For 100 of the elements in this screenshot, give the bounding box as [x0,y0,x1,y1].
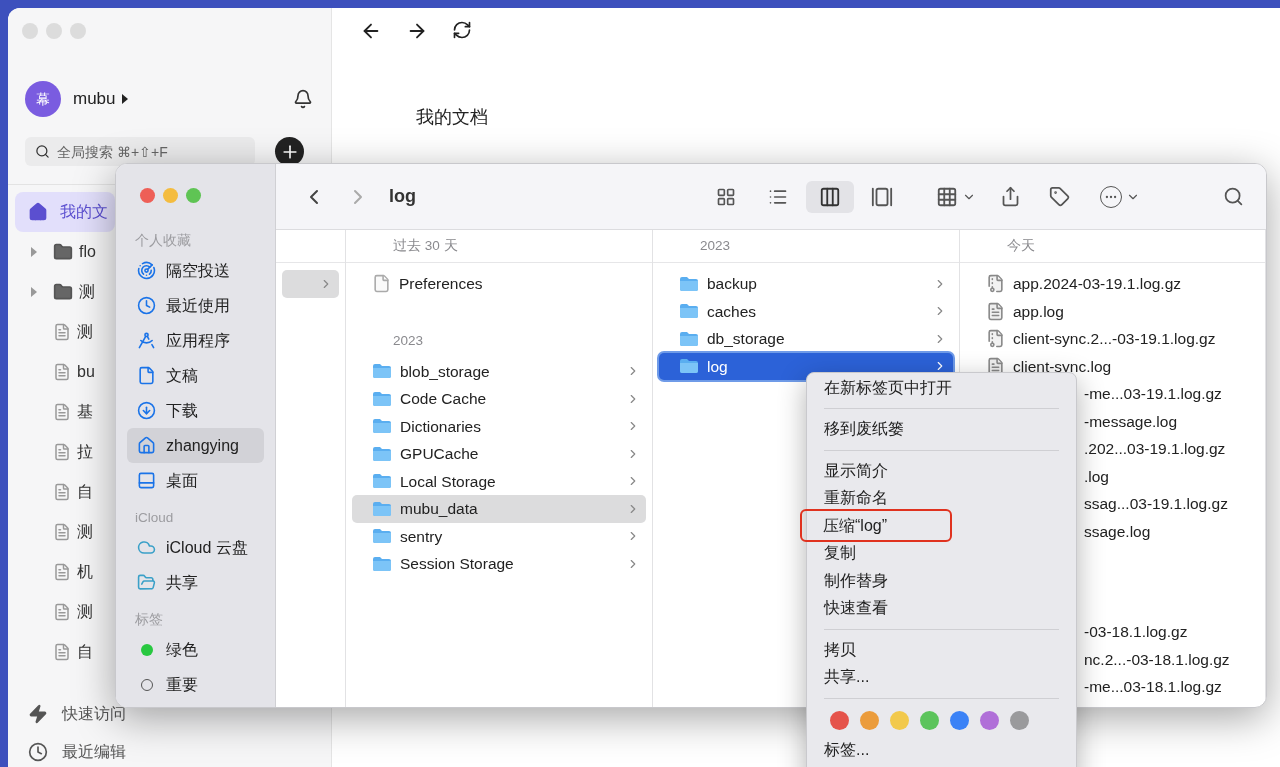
menu-item[interactable]: 制作替身 [818,567,1065,595]
file-name: caches [707,301,757,322]
caret-icon[interactable] [31,287,37,297]
file-name: db_storage [707,329,785,350]
folder-icon [372,555,392,572]
home-icon [28,202,48,222]
file-row[interactable]: sentry [352,522,646,550]
file-name: ssag...03-19.1.log.gz [1084,494,1228,515]
item-label: 测 [77,602,93,622]
sidebar-item[interactable]: 自 [15,472,115,512]
file-name: Code Cache [400,389,487,410]
section-heading: iCloud [134,509,174,527]
archive-file-icon [986,274,1005,294]
group-button[interactable] [936,185,976,208]
file-name: nc.2...-03-18.1.log.gz [1084,649,1230,670]
section-heading: 标签 [134,611,163,629]
sidebar-item[interactable]: 我的文 [15,192,115,232]
refresh-icon[interactable] [452,20,472,40]
item-label: 自 [77,482,93,502]
shared-folder-icon [137,573,156,592]
file-row[interactable]: mubu_data [352,495,646,523]
sidebar-item[interactable]: 共享 [127,565,264,600]
menu-item[interactable]: 复制 [818,539,1065,567]
sidebar-item[interactable]: 测 [15,512,115,552]
file-row[interactable]: caches [659,297,953,325]
sidebar-item[interactable]: 隔空投送 [127,253,264,288]
avatar[interactable]: 幕 [25,81,61,117]
sidebar-item[interactable]: 重要 [127,667,264,702]
caret-icon[interactable] [31,247,37,257]
file-name: Session Storage [400,554,514,575]
folder-icon [372,528,392,545]
file-row[interactable]: backup [659,270,953,298]
document-icon [53,363,71,381]
folder-icon [372,473,392,490]
nav-link[interactable]: 最近编辑 [28,740,126,764]
menu-item[interactable]: 共享... [818,663,1065,691]
menu-item[interactable]: 重新命名 [818,484,1065,512]
share-icon[interactable] [1000,186,1021,207]
column-header: 今天 [1007,236,1035,255]
sidebar-item[interactable]: 基 [15,392,115,432]
sidebar-item[interactable]: 下载 [127,393,264,428]
folder-icon [372,363,392,380]
menu-item[interactable]: 快速查看 [818,594,1065,622]
document-icon [53,323,71,341]
tag-icon[interactable] [1049,186,1070,207]
sidebar-item[interactable]: bu [15,352,115,392]
file-row[interactable]: Dictionaries [352,412,646,440]
search-field[interactable]: 全局搜索 ⌘+⇧+F [25,137,255,166]
menu-item[interactable]: 标签... [818,735,1065,765]
folder-icon [679,358,699,375]
sidebar-item[interactable]: 测 [15,272,115,312]
sidebar-item[interactable]: flo [15,232,115,272]
zoom-window-control[interactable] [186,188,201,203]
sidebar-item[interactable]: 机 [15,552,115,592]
file-row[interactable]: app.log [966,297,1259,325]
menu-item[interactable]: 压缩“log” [802,512,942,540]
archive-file-icon [986,329,1005,349]
file-row[interactable]: blob_storage [352,357,646,385]
view-mode-button[interactable] [806,180,854,213]
document-icon [372,274,391,294]
menu-item[interactable]: 移到废纸篓 [818,415,1065,443]
sidebar-item[interactable]: 测 [15,312,115,352]
close-window-control[interactable] [140,188,155,203]
menu-item[interactable]: 拷贝 [818,636,1065,664]
file-name: log [707,356,728,377]
file-name: GPUCache [400,444,479,465]
sidebar-item[interactable]: 绿色 [127,632,264,667]
file-name: -03-18.1.log.gz [1084,622,1188,643]
sidebar-item[interactable]: iCloud 云盘 [127,530,264,565]
sidebar-item[interactable]: 桌面 [127,463,264,498]
sidebar-item[interactable]: 自 [15,632,115,672]
sidebar-item[interactable]: 拉 [15,432,115,472]
user-name[interactable]: mubu [73,86,116,112]
sidebar-item[interactable]: 应用程序 [127,323,264,358]
sidebar-item[interactable]: 测 [15,592,115,632]
file-row[interactable]: client-sync.2...-03-19.1.log.gz [966,325,1259,353]
nav-link[interactable]: 快速访问 [28,702,126,726]
sidebar-item[interactable]: 文稿 [127,358,264,393]
file-row[interactable]: db_storage [659,325,953,353]
file-row[interactable]: Code Cache [352,385,646,413]
cloud-icon [137,538,156,557]
search-icon[interactable] [1223,186,1244,207]
file-row[interactable]: GPUCache [352,440,646,468]
folder-icon [679,275,699,292]
file-row[interactable]: Preferences [352,270,646,298]
file-row[interactable]: Local Storage [352,467,646,495]
file-row[interactable]: Session Storage [352,550,646,578]
file-row[interactable]: app.2024-03-19.1.log.gz [966,270,1259,298]
folder-icon [53,242,73,262]
file-name: ssage.log [1084,521,1151,542]
sidebar-item[interactable]: 最近使用 [127,288,264,323]
document-icon [53,643,71,661]
page-title: 我的文档 [416,106,488,129]
menu-item[interactable]: 显示简介 [818,457,1065,485]
item-label: 基 [77,402,93,422]
bell-icon[interactable] [293,89,313,109]
gallery-view-icon [871,185,893,208]
item-label: bu [77,362,95,382]
log-file-icon [986,301,1005,321]
sidebar-item[interactable]: zhangying [127,428,264,463]
